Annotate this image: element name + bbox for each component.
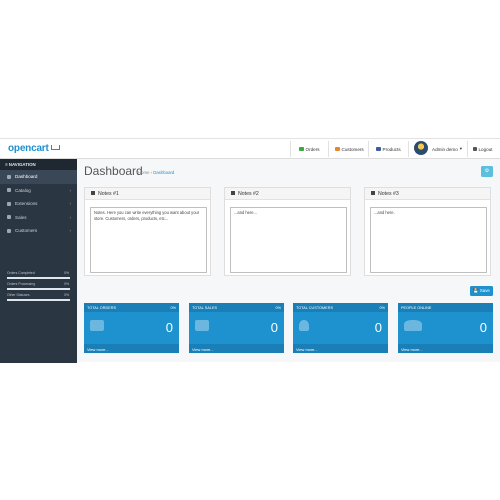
chevron-right-icon: › <box>69 201 72 206</box>
customers-link[interactable]: Customers <box>335 139 364 159</box>
notes-heading: Notes #1 <box>85 188 210 200</box>
divider <box>290 141 291 157</box>
chevron-right-icon: › <box>69 228 72 233</box>
products-label: Products <box>382 146 401 152</box>
stat-orders-processing: Orders Processing 0% <box>7 281 70 292</box>
chevron-right-icon: › <box>69 214 72 220</box>
opencart-logo[interactable]: opencart <box>8 143 60 154</box>
notes-textarea-1[interactable]: Notes. Here you can write everything you… <box>90 207 207 273</box>
notes-textarea-3[interactable]: ...and here. <box>370 207 487 273</box>
sidebar-item-customers[interactable]: Customers › <box>0 224 77 238</box>
navigation-heading: ≡ NAVIGATION <box>0 159 77 170</box>
breadcrumb-home[interactable]: Home <box>138 170 149 175</box>
settings-button[interactable]: ⚙ <box>481 166 493 177</box>
divider <box>408 141 409 157</box>
sidebar-item-catalog[interactable]: Catalog › <box>0 184 77 198</box>
sidebar-item-sales[interactable]: Sales › <box>0 211 77 225</box>
divider <box>368 141 369 157</box>
notes-panel-1: Notes #1 Notes. Here you can write every… <box>84 187 211 276</box>
notes-icon <box>371 191 375 195</box>
tile-total-customers: TOTAL CUSTOMERS 0% 0 View more... <box>293 303 388 353</box>
notes-heading: Notes #2 <box>225 188 350 200</box>
users-icon <box>404 320 422 331</box>
view-more-link[interactable]: View more... <box>398 344 493 353</box>
notes-icon <box>231 191 235 195</box>
tag-icon <box>7 188 11 193</box>
breadcrumb-current[interactable]: Dashboard <box>153 170 174 175</box>
sidebar: ≡ NAVIGATION Dashboard Catalog › Extensio… <box>0 159 77 363</box>
tile-value: 0 <box>165 320 173 335</box>
puzzle-icon <box>7 201 11 206</box>
cart-icon <box>299 147 304 151</box>
customers-label: Customers <box>341 146 364 152</box>
admin-window: opencart Orders Customers Products Admin… <box>0 138 500 363</box>
orders-label: Orders <box>305 146 320 152</box>
progress-bar <box>7 288 70 290</box>
notes-panel-3: Notes #3 ...and here. <box>364 187 491 276</box>
tags-icon <box>376 147 381 151</box>
page-title: Dashboard <box>84 164 143 178</box>
user-icon <box>7 228 11 233</box>
user-avatar[interactable] <box>414 141 428 155</box>
tile-total-sales: TOTAL SALES 0% 0 View more... <box>189 303 284 353</box>
cart-icon <box>50 145 60 150</box>
progress-bar <box>7 277 70 279</box>
logout-link[interactable]: Logout <box>473 139 493 159</box>
shopping-cart-icon <box>90 320 104 331</box>
order-stats: Orders Completed 0% Orders Processing 0% O… <box>7 270 70 303</box>
user-menu[interactable]: Admin demo ▾ <box>432 139 462 159</box>
caret-down-icon: ▾ <box>459 146 463 151</box>
stat-other-statuses: Other Statuses 0% <box>7 292 70 303</box>
tile-value: 0 <box>270 320 278 335</box>
tile-value: 0 <box>479 320 487 335</box>
cart-icon <box>7 215 11 220</box>
divider <box>467 141 468 157</box>
view-more-link[interactable]: View more... <box>293 344 388 353</box>
top-header: opencart Orders Customers Products Admin… <box>0 139 500 159</box>
credit-card-icon <box>195 320 209 331</box>
save-button[interactable]: 💾 Save <box>470 286 493 296</box>
dashboard-icon <box>7 174 11 179</box>
sidebar-item-extensions[interactable]: Extensions › <box>0 197 77 211</box>
tile-total-orders: TOTAL ORDERS 0% 0 View more... <box>84 303 179 353</box>
tile-value: 0 <box>374 320 382 335</box>
user-icon <box>299 320 309 331</box>
logout-label: Logout <box>478 146 493 152</box>
gear-icon: ⚙ <box>484 168 490 174</box>
notes-textarea-2[interactable]: ...and here... <box>230 207 347 273</box>
view-more-link[interactable]: View more... <box>84 344 179 353</box>
user-name: Admin demo <box>432 146 458 152</box>
progress-bar <box>7 299 70 301</box>
logo-text: opencart <box>8 143 49 154</box>
stat-orders-completed: Orders Completed 0% <box>7 270 70 281</box>
notes-icon <box>91 191 95 195</box>
user-icon <box>335 147 340 151</box>
tile-people-online: PEOPLE ONLINE 0 View more... <box>398 303 493 353</box>
view-more-link[interactable]: View more... <box>189 344 284 353</box>
breadcrumb: Home › Dashboard <box>138 170 175 175</box>
products-link[interactable]: Products <box>376 139 401 159</box>
sign-out-icon <box>473 147 477 151</box>
notes-heading: Notes #3 <box>365 188 490 200</box>
divider <box>328 141 329 157</box>
sidebar-item-dashboard[interactable]: Dashboard <box>0 170 77 184</box>
orders-link[interactable]: Orders <box>299 139 320 159</box>
chevron-right-icon: › <box>69 187 72 193</box>
notes-panel-2: Notes #2 ...and here... <box>224 187 351 276</box>
